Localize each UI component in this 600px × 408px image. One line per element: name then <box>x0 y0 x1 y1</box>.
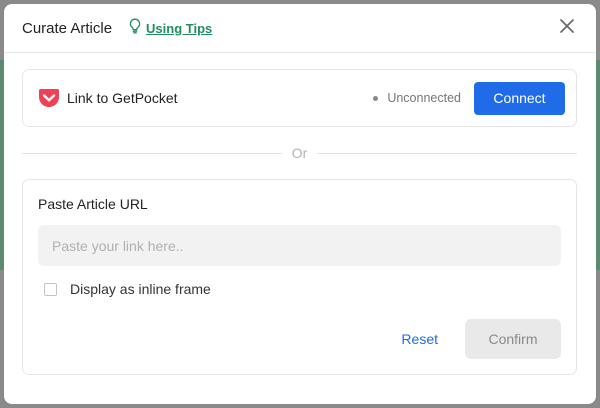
modal-title: Curate Article <box>22 19 113 37</box>
or-divider: Or <box>22 144 577 162</box>
using-tips-label: Using Tips <box>146 20 213 36</box>
backdrop-accent-right <box>596 60 600 270</box>
url-actions: Reset Confirm <box>401 319 561 359</box>
status-text: Unconnected <box>387 91 461 105</box>
pocket-card: Link to GetPocket Unconnected Connect <box>22 69 577 127</box>
article-url-input[interactable] <box>38 225 561 266</box>
using-tips-link[interactable]: Using Tips <box>128 18 212 39</box>
inline-frame-label: Display as inline frame <box>70 281 211 297</box>
pocket-label: Link to GetPocket <box>67 90 178 106</box>
connection-status: Unconnected <box>373 91 461 105</box>
inline-frame-checkbox[interactable] <box>44 282 57 296</box>
inline-frame-option[interactable]: Display as inline frame <box>44 281 561 297</box>
divider-line-left <box>22 152 282 154</box>
pocket-logo-icon <box>37 87 61 109</box>
url-section-heading: Paste Article URL <box>38 196 148 212</box>
modal-header: Curate Article Using Tips <box>4 4 596 53</box>
divider-line-right <box>317 152 577 154</box>
reset-button[interactable]: Reset <box>401 331 438 347</box>
article-url-card: Paste Article URL Display as inline fram… <box>22 179 577 375</box>
curate-article-modal: Curate Article Using Tips Link to GetPoc… <box>4 4 596 404</box>
divider-label: Or <box>291 145 308 161</box>
connect-button[interactable]: Connect <box>474 81 565 115</box>
lightbulb-icon <box>128 18 142 39</box>
confirm-button[interactable]: Confirm <box>465 319 561 359</box>
status-dot-icon <box>373 95 379 101</box>
close-button[interactable] <box>556 17 578 39</box>
close-icon <box>559 18 575 39</box>
